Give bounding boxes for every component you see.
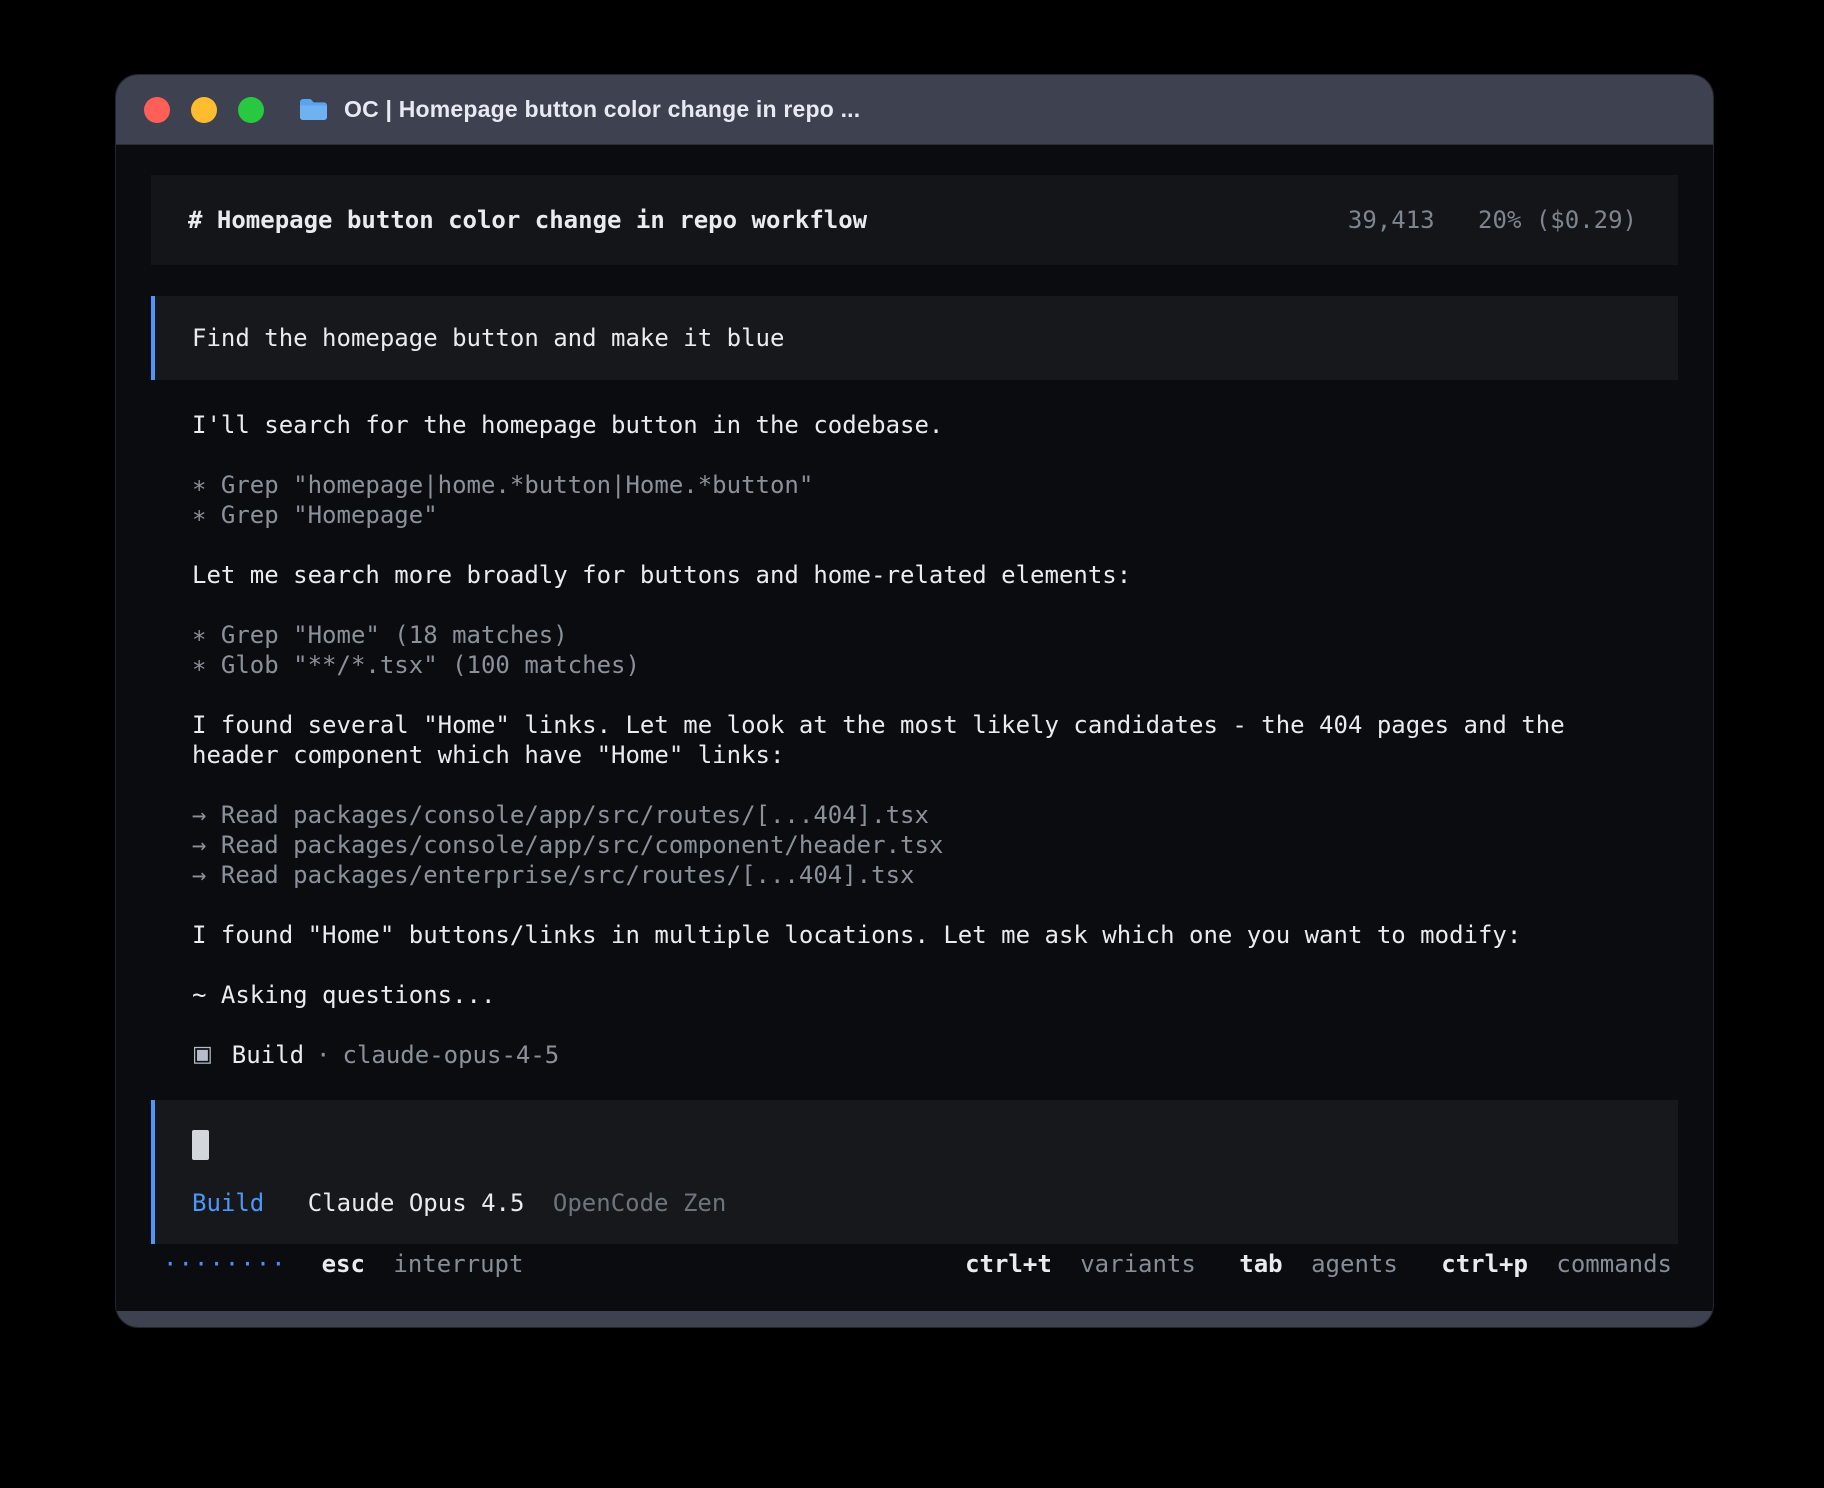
folder-icon [298,97,329,122]
hint-key: ctrl+p [1441,1250,1528,1278]
tool-call-grep: ∗ Grep "Home" (18 matches) [192,620,1678,650]
user-message: Find the homepage button and make it blu… [151,296,1678,380]
hint-key: esc [322,1250,365,1278]
user-message-text: Find the homepage button and make it blu… [192,324,784,352]
agent-status-row: ▣ Build · claude-opus-4-5 [192,1040,1678,1070]
status-bar-right: ctrl+t variants tab agents ctrl+p comman… [965,1249,1672,1279]
text-cursor [192,1130,209,1160]
terminal-content: # Homepage button color change in repo w… [116,145,1713,1311]
hint-interrupt: esc interrupt [322,1249,524,1279]
agent-name: Build [232,1040,304,1070]
agent-separator: · [316,1040,330,1070]
provider-label: OpenCode Zen [553,1189,726,1217]
hint-label: commands [1556,1250,1672,1278]
tool-call-grep: ∗ Grep "Homepage" [192,500,1678,530]
prompt-input[interactable]: Build Claude Opus 4.5 OpenCode Zen [151,1100,1678,1244]
session-stats: 39,413 20% ($0.29) [1348,205,1637,235]
hint-agents: tab agents [1239,1250,1412,1278]
close-button[interactable] [144,97,170,123]
minimize-button[interactable] [191,97,217,123]
window-bottom-edge [116,1311,1713,1327]
hint-label: agents [1311,1250,1398,1278]
terminal-window: OC | Homepage button color change in rep… [116,75,1713,1327]
assistant-status: ~ Asking questions... [192,980,1632,1010]
tool-call-group: → Read packages/console/app/src/routes/[… [192,800,1678,890]
hint-label: interrupt [393,1250,523,1278]
window-title: OC | Homepage button color change in rep… [344,96,860,123]
tool-call-read: → Read packages/enterprise/src/routes/[.… [192,860,1678,890]
tool-call-glob: ∗ Glob "**/*.tsx" (100 matches) [192,650,1678,680]
assistant-text: I found "Home" buttons/links in multiple… [192,920,1632,950]
model-label: Claude Opus 4.5 [308,1189,525,1217]
tool-call-group: ∗ Grep "homepage|home.*button|Home.*butt… [192,470,1678,530]
token-count: 39,413 [1348,206,1435,234]
assistant-text: I'll search for the homepage button in t… [192,410,1632,440]
hint-commands: ctrl+p commands [1441,1250,1672,1278]
status-bar: ········ esc interrupt ctrl+t variants t… [151,1249,1678,1311]
tool-call-group: ∗ Grep "Home" (18 matches) ∗ Glob "**/*.… [192,620,1678,680]
traffic-lights [144,97,264,123]
agent-model: claude-opus-4-5 [343,1040,560,1070]
tool-call-read: → Read packages/console/app/src/componen… [192,830,1678,860]
assistant-text: Let me search more broadly for buttons a… [192,560,1632,590]
session-header: # Homepage button color change in repo w… [151,175,1678,265]
hint-key: ctrl+t [965,1250,1052,1278]
status-bar-left: ········ esc interrupt [163,1249,523,1279]
assistant-text: I found several "Home" links. Let me loo… [192,710,1632,770]
window-titlebar: OC | Homepage button color change in rep… [116,75,1713,145]
zoom-button[interactable] [238,97,264,123]
agent-icon: ▣ [192,1040,213,1070]
tool-call-grep: ∗ Grep "homepage|home.*button|Home.*butt… [192,470,1678,500]
tool-call-read: → Read packages/console/app/src/routes/[… [192,800,1678,830]
input-meta: Build Claude Opus 4.5 OpenCode Zen [192,1188,1637,1218]
session-title: # Homepage button color change in repo w… [188,205,867,235]
context-usage: 20% ($0.29) [1478,206,1637,234]
hint-key: tab [1239,1250,1282,1278]
hint-variants: ctrl+t variants [965,1250,1210,1278]
spinner-dots: ········ [163,1249,287,1279]
hint-label: variants [1080,1250,1196,1278]
mode-label: Build [192,1189,264,1217]
